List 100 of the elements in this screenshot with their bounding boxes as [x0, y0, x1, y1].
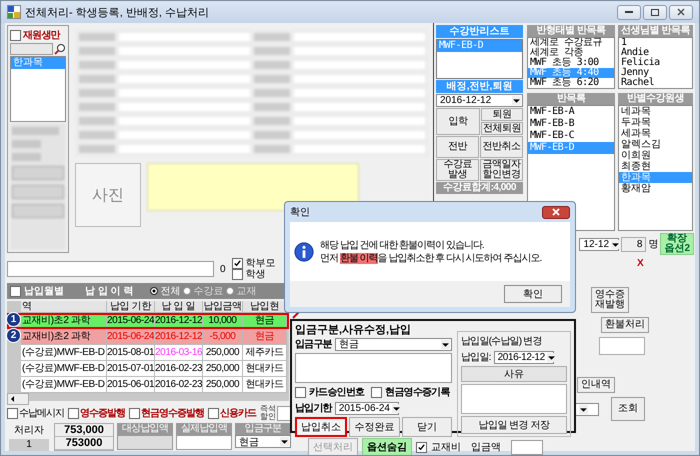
radio-button[interactable] — [150, 287, 158, 295]
history-button[interactable]: 인내역 — [577, 377, 615, 393]
table-cell: 2015-06-24 — [107, 329, 155, 345]
checkbox[interactable] — [232, 258, 243, 269]
dialog-title: 확인 — [290, 206, 310, 219]
step-marker: 2 — [7, 329, 20, 342]
list-header: 반형태별 반목록 — [527, 25, 615, 37]
maximize-icon — [651, 8, 659, 16]
checkbox-label: 현금영수증발행 — [141, 407, 204, 420]
radio-button[interactable] — [183, 287, 192, 295]
dropdown-arrow-icon — [441, 340, 450, 348]
confirm-button[interactable]: 확인 — [504, 285, 562, 303]
actual-amount-field[interactable] — [176, 435, 232, 450]
table-cell: (수강료)MWF-EB-D — [21, 361, 107, 377]
list-item[interactable]: MWF 초등 6:20 — [528, 78, 614, 88]
search-button[interactable]: 조회 — [611, 397, 645, 421]
hide-options-button[interactable]: 옵션숨김 — [362, 438, 412, 455]
table-cell: (수강료)MWF-EB-D — [21, 345, 107, 361]
action-button[interactable]: 전반 — [436, 136, 479, 158]
list-item[interactable]: MWF-EB-C — [528, 130, 614, 142]
list-item[interactable]: 황재암 — [619, 183, 692, 194]
action-button[interactable]: 금액일자 할인변경 — [480, 159, 523, 181]
reason-header: 사유 — [461, 366, 567, 382]
checkbox[interactable] — [232, 269, 243, 280]
list-item[interactable]: Jenny — [619, 68, 692, 78]
table-cell: 250,000 — [203, 345, 243, 361]
panel-button[interactable]: 납입취소 — [295, 417, 348, 437]
table-cell: 현대카드 — [243, 361, 287, 377]
withdraw-button[interactable]: 퇴원 — [481, 108, 523, 121]
checkbox[interactable] — [10, 286, 21, 296]
list-item[interactable]: MWF-EB-A — [528, 106, 614, 118]
table-row[interactable]: (수강료)MWF-EB-D 2015-08-012016-03-16 250,000 제주카드 — [7, 345, 289, 361]
checkbox[interactable] — [10, 30, 21, 40]
app-icon — [7, 5, 21, 19]
list-item[interactable]: 이희원 — [619, 150, 692, 161]
checkbox-label: 카드승인번호 — [309, 386, 364, 399]
list-item[interactable]: MWF 초등 3:00 — [528, 58, 614, 68]
checkbox[interactable] — [129, 408, 140, 418]
action-button[interactable]: 전반취소 — [480, 136, 523, 158]
list-item[interactable]: Andie — [619, 48, 692, 58]
action-button[interactable]: 수강료 발생 — [436, 159, 479, 181]
checkbox[interactable] — [371, 386, 382, 398]
list-item[interactable]: MWF-EB-B — [528, 118, 614, 130]
message-field[interactable] — [7, 261, 214, 277]
table-cell: 2015-06-24 — [107, 313, 155, 329]
checkbox[interactable] — [416, 442, 427, 452]
checkbox[interactable] — [295, 386, 306, 398]
dialog-close-button[interactable] — [542, 206, 570, 218]
table-cell: 교재비)초2 과학 — [21, 313, 107, 329]
list-item[interactable]: 네과목 — [619, 106, 692, 117]
scrollbar[interactable] — [7, 393, 29, 405]
close-button[interactable] — [669, 4, 693, 20]
amount-input[interactable] — [511, 440, 543, 454]
table-row[interactable]: 1 교재비)초2 과학 2015-06-242016-12-12 10,000 현금 — [7, 313, 289, 329]
option-button[interactable]: 확장 옵션2 — [660, 233, 694, 255]
list-header: 반별수강원생 — [618, 93, 693, 105]
enroll-button[interactable]: 입학 — [436, 108, 480, 135]
checkbox-label: 학생 — [246, 269, 266, 280]
maximize-button[interactable] — [643, 4, 667, 20]
date-dropdown[interactable]: 12-12 — [579, 238, 620, 250]
text-area[interactable] — [295, 353, 452, 383]
discount-field[interactable] — [277, 406, 291, 420]
method-dropdown[interactable]: 현금 — [235, 435, 291, 448]
search-field[interactable] — [10, 43, 53, 55]
column-header: 대상납입액 — [117, 423, 173, 435]
checkbox[interactable] — [68, 408, 79, 418]
table-row[interactable]: (수강료)MWF-EB-D 2015-07-012016-02-23 250,000 현대카드 — [7, 361, 289, 377]
checkbox[interactable] — [7, 408, 18, 418]
table-row[interactable]: 2 교재비)초2 과학 2015-06-242016-12-12 -5,000 현금 — [7, 329, 289, 345]
withdraw-button[interactable]: 전체퇴원 — [481, 122, 523, 135]
list-item[interactable]: 세계로 각종 — [528, 48, 614, 58]
fee-total: 수강료합계:4,000 — [436, 182, 523, 194]
due-date-dropdown[interactable]: 2015-06-24 — [334, 402, 399, 414]
amount-field: 753000 — [55, 437, 113, 450]
list-item[interactable]: 두과목 — [619, 117, 692, 128]
dropdown-field[interactable] — [575, 402, 599, 416]
list-item[interactable]: 최종현 — [619, 161, 692, 172]
method-dropdown[interactable]: 현금 — [334, 338, 452, 350]
date-dropdown[interactable]: 2016-12-12 — [494, 350, 554, 364]
list-item[interactable]: Felicia — [619, 58, 692, 68]
panel-button[interactable]: 닫기 — [402, 417, 452, 437]
save-date-button[interactable]: 납입일 변경 저장 — [461, 416, 567, 434]
checkbox[interactable] — [208, 408, 219, 418]
table-cell: 현금 — [243, 329, 287, 345]
table-row[interactable]: (수강료)MWF-EB-D 2015-06-012016-02-23 250,000 현대카드 — [7, 377, 289, 393]
dropdown-arrow-icon — [579, 404, 588, 414]
target-amount-field — [117, 435, 173, 450]
close-x[interactable]: X — [637, 259, 644, 269]
reissue-receipt-button[interactable]: 영수증 재발행 — [591, 287, 629, 313]
list-item[interactable]: 세과목 — [619, 128, 692, 139]
refund-button[interactable]: 환불처리 — [601, 317, 649, 333]
list-item[interactable]: 알렉스김 — [619, 139, 692, 150]
list-item[interactable]: Rachel — [619, 78, 692, 88]
search-icon[interactable] — [54, 43, 66, 55]
list-item[interactable]: 1 — [619, 38, 692, 48]
panel-button[interactable]: 수정완료 — [349, 417, 400, 437]
dropdown-arrow-icon — [611, 240, 620, 248]
minimize-button[interactable] — [617, 4, 641, 20]
radio-button[interactable] — [226, 287, 234, 295]
date-dropdown[interactable]: 2016-12-12 — [436, 94, 523, 107]
